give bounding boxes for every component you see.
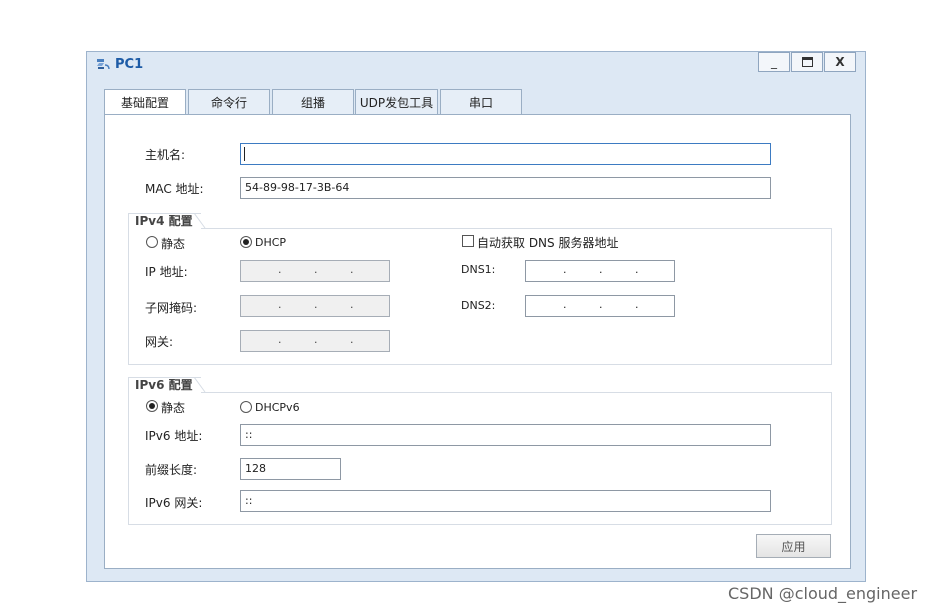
window-title: PC1 bbox=[115, 57, 144, 72]
ipv4-static-label: 静态 bbox=[161, 237, 186, 251]
ip-address-label: IP 地址: bbox=[145, 265, 188, 279]
ipv4-group-title: IPv4 配置 bbox=[128, 213, 201, 229]
apply-button[interactable]: 应用 bbox=[756, 534, 831, 558]
ipv4-static-radio[interactable] bbox=[146, 236, 158, 248]
ipv6-gateway-input[interactable]: :: bbox=[240, 490, 771, 512]
prefix-length-input[interactable]: 128 bbox=[240, 458, 341, 480]
tab-multicast[interactable]: 组播 bbox=[272, 89, 354, 114]
ipv6-static-radio[interactable] bbox=[146, 400, 158, 412]
app-network-icon bbox=[97, 59, 110, 70]
hostname-input[interactable] bbox=[240, 143, 771, 165]
mac-input[interactable]: 54-89-98-17-3B-64 bbox=[240, 177, 771, 199]
prefix-length-label: 前缀长度: bbox=[145, 463, 198, 477]
ip-address-input[interactable]: . . . bbox=[240, 260, 390, 282]
dns1-label: DNS1: bbox=[461, 263, 496, 276]
maximize-button[interactable] bbox=[791, 52, 823, 72]
group-tab-slant bbox=[194, 377, 206, 393]
close-icon: X bbox=[835, 55, 845, 69]
tab-basic-config[interactable]: 基础配置 bbox=[104, 89, 186, 115]
ipv6-static-label: 静态 bbox=[161, 401, 186, 415]
dns1-input[interactable]: . . . bbox=[525, 260, 675, 282]
ipv6-dhcpv6-label: DHCPv6 bbox=[255, 401, 300, 414]
ipv4-dhcp-radio[interactable] bbox=[240, 236, 252, 248]
title-bar[interactable]: PC1 _ X bbox=[87, 52, 865, 78]
watermark-text: CSDN @cloud_engineer bbox=[728, 584, 918, 603]
ipv6-address-input[interactable]: :: bbox=[240, 424, 771, 446]
ipv6-address-label: IPv6 地址: bbox=[145, 429, 203, 443]
group-tab-slant bbox=[194, 213, 206, 229]
auto-dns-checkbox[interactable] bbox=[462, 235, 474, 247]
ipv6-group-title: IPv6 配置 bbox=[128, 377, 201, 393]
subnet-mask-label: 子网掩码: bbox=[145, 301, 198, 315]
ipv4-dhcp-label: DHCP bbox=[255, 236, 287, 249]
gateway-input[interactable]: . . . bbox=[240, 330, 390, 352]
hostname-label: 主机名: bbox=[145, 148, 186, 162]
tab-udp-tool[interactable]: UDP发包工具 bbox=[355, 89, 438, 114]
basic-config-panel: 主机名: MAC 地址: 54-89-98-17-3B-64 IPv4 配置 静… bbox=[104, 114, 851, 569]
ipv6-dhcpv6-radio[interactable] bbox=[240, 401, 252, 413]
pc1-window: PC1 _ X 基础配置 命令行 组播 UDP发包工具 串口 主机名: MAC … bbox=[86, 51, 866, 582]
close-button[interactable]: X bbox=[824, 52, 856, 72]
subnet-mask-input[interactable]: . . . bbox=[240, 295, 390, 317]
ipv6-gateway-label: IPv6 网关: bbox=[145, 496, 203, 510]
mac-label: MAC 地址: bbox=[145, 182, 204, 196]
minimize-button[interactable]: _ bbox=[758, 52, 790, 72]
tab-command-line[interactable]: 命令行 bbox=[188, 89, 270, 114]
auto-dns-label: 自动获取 DNS 服务器地址 bbox=[477, 236, 619, 250]
gateway-label: 网关: bbox=[145, 335, 174, 349]
text-caret bbox=[244, 147, 245, 161]
minimize-icon: _ bbox=[771, 55, 777, 69]
maximize-icon bbox=[801, 57, 813, 67]
dns2-label: DNS2: bbox=[461, 299, 496, 312]
dns2-input[interactable]: . . . bbox=[525, 295, 675, 317]
tab-serial[interactable]: 串口 bbox=[440, 89, 522, 114]
